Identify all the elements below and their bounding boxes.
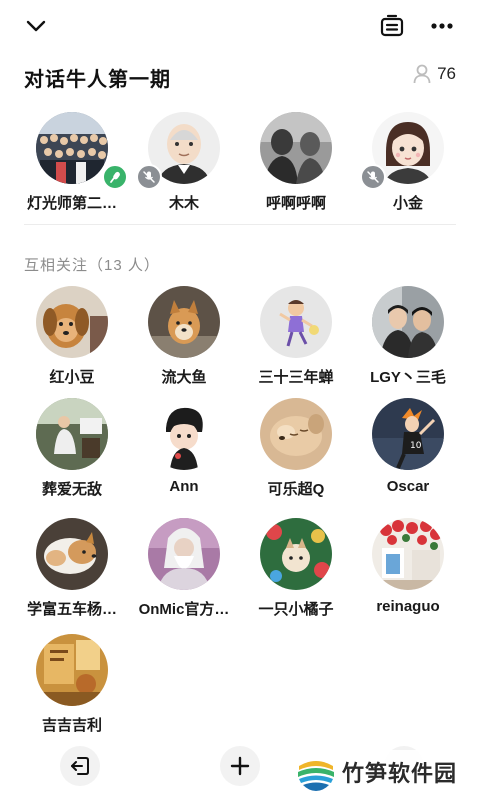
more-button[interactable] xyxy=(426,10,458,42)
speaker-name: 灯光师第二… xyxy=(26,195,117,212)
svg-text:10: 10 xyxy=(410,441,422,451)
mic-on-badge xyxy=(102,164,128,190)
watermark-text: 竹笋软件园 xyxy=(342,761,458,786)
divider xyxy=(24,224,456,225)
friend-name: 一只小橘子 xyxy=(258,601,334,618)
speaker-name: 小金 xyxy=(392,195,423,212)
mic-off-badge xyxy=(136,164,162,190)
friend-name: 三十三年蝉 xyxy=(258,369,334,386)
avatar xyxy=(260,112,332,184)
friend-item[interactable]: reinaguo xyxy=(352,518,464,618)
avatar xyxy=(36,112,108,184)
friend-item[interactable]: 三十三年蝉 xyxy=(240,286,352,386)
speakers-row: 灯光师第二… 木木 呼啊呼啊 小金 xyxy=(0,112,480,216)
chevron-down-icon xyxy=(26,20,46,32)
friend-item[interactable]: 葬爱无敌 xyxy=(16,398,128,498)
avatar xyxy=(36,518,108,590)
friend-item[interactable]: 学富五车杨… xyxy=(16,518,128,618)
friend-item[interactable]: 流大鱼 xyxy=(128,286,240,386)
speaker-name: 呼啊呼啊 xyxy=(265,195,326,212)
avatar xyxy=(148,398,220,470)
friend-name: 可乐超Q xyxy=(267,481,325,498)
friend-item[interactable]: LGY丶三毛 xyxy=(352,286,464,386)
avatar xyxy=(148,518,220,590)
listener-count-value: 76 xyxy=(437,64,456,83)
friend-item[interactable]: 红小豆 xyxy=(16,286,128,386)
friend-name: 红小豆 xyxy=(49,369,95,386)
speaker-item[interactable]: 小金 xyxy=(352,112,464,216)
leave-room-button[interactable] xyxy=(60,746,100,786)
mic-off-icon xyxy=(143,171,155,183)
collapse-button[interactable] xyxy=(20,10,52,42)
section-header-mutual-follow: 互相关注（13 人） xyxy=(24,257,160,274)
friend-item[interactable]: OnMic官方… xyxy=(128,518,240,618)
friend-name: reinaguo xyxy=(376,598,440,615)
person-icon xyxy=(413,64,431,84)
friend-name: Ann xyxy=(169,478,199,495)
friend-name: 葬爱无敌 xyxy=(41,481,102,498)
friend-name: OnMic官方… xyxy=(138,601,230,618)
top-bar xyxy=(0,0,480,52)
avatar xyxy=(260,398,332,470)
avatar xyxy=(260,518,332,590)
avatar xyxy=(36,634,108,706)
friend-item[interactable]: Ann xyxy=(128,398,240,498)
friend-name: Oscar xyxy=(386,478,430,495)
room-title: 对话牛人第一期 xyxy=(24,69,171,91)
add-button[interactable] xyxy=(220,746,260,786)
avatar xyxy=(36,286,108,358)
plus-icon xyxy=(230,756,250,776)
avatar: 10 xyxy=(372,398,444,470)
friend-item[interactable]: 吉吉吉利 xyxy=(16,634,128,734)
notes-button[interactable] xyxy=(376,10,408,42)
friend-name: 吉吉吉利 xyxy=(41,717,102,734)
speaker-item[interactable]: 灯光师第二… xyxy=(16,112,128,216)
avatar xyxy=(372,286,444,358)
friend-item[interactable]: 10 Oscar xyxy=(352,398,464,498)
speaker-name: 木木 xyxy=(168,195,199,212)
bottom-bar: 竹笋软件园 xyxy=(0,740,480,800)
listener-count[interactable]: 76 xyxy=(413,64,456,84)
mic-icon xyxy=(110,171,120,183)
mic-off-badge xyxy=(360,164,386,190)
watermark: 竹笋软件园 xyxy=(294,750,466,794)
exit-icon xyxy=(71,757,89,775)
friend-item[interactable]: 一只小橘子 xyxy=(240,518,352,618)
friend-item[interactable]: 可乐超Q xyxy=(240,398,352,498)
more-dots-icon xyxy=(431,23,453,29)
avatar xyxy=(36,398,108,470)
avatar xyxy=(260,286,332,358)
mic-off-icon xyxy=(367,171,379,183)
speaker-item[interactable]: 呼啊呼啊 xyxy=(240,112,352,216)
friend-name: LGY丶三毛 xyxy=(370,369,446,386)
note-icon xyxy=(380,14,404,37)
avatar xyxy=(372,518,444,590)
friend-name: 学富五车杨… xyxy=(26,601,117,618)
speaker-item[interactable]: 木木 xyxy=(128,112,240,216)
friend-name: 流大鱼 xyxy=(161,369,207,386)
bamboo-logo-icon xyxy=(297,753,335,791)
avatar xyxy=(148,286,220,358)
